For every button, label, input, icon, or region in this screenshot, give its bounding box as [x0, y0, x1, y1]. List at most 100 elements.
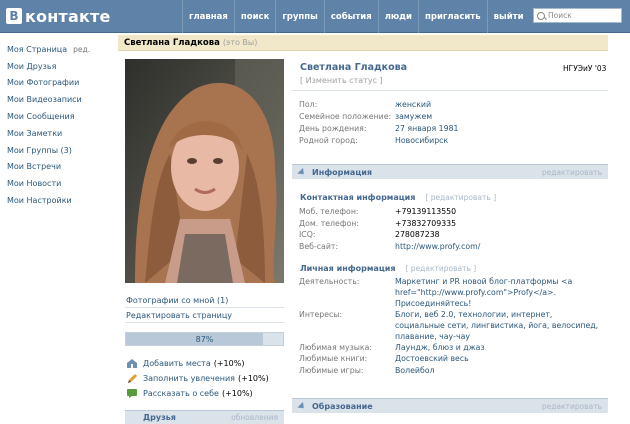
education-section-edit[interactable]: редактировать	[542, 402, 602, 411]
personal-edit-link[interactable]: [ редактировать ]	[406, 264, 477, 273]
sidebar-item-friends[interactable]: Мои Друзья	[7, 58, 115, 75]
page-header: Светлана Гладкова (это Вы)	[118, 35, 608, 51]
personal-heading: Личная информация [ редактировать ]	[300, 264, 476, 273]
sidebar-item-settings[interactable]: Мои Настройки	[7, 192, 115, 209]
info-key: Дом. телефон:	[299, 219, 359, 228]
basic-row-sex: Пол: женский	[299, 99, 431, 110]
nav-logout[interactable]: выйти	[486, 0, 530, 33]
sidebar: Моя Страница ред. Мои Друзья Мои Фотогра…	[7, 41, 115, 209]
info-value[interactable]: Маркетинг и PR новой блог-платформы <a h…	[395, 276, 602, 309]
info-value[interactable]: Блоги, веб 2.0, технологии, интернет, со…	[395, 309, 602, 342]
friends-section-edit[interactable]: обновления	[231, 413, 278, 422]
info-key: Любимые игры:	[299, 366, 364, 375]
basic-row-hometown: Родной город: Новосибирск	[299, 135, 448, 146]
logo-mark: В	[6, 8, 22, 24]
collapse-triangle-icon	[297, 167, 307, 177]
profile-completion-bar: 87%	[125, 332, 284, 346]
info-value[interactable]: Лаундж, блюз и джаз	[395, 342, 485, 353]
nav-people[interactable]: люди	[377, 0, 418, 33]
house-icon	[127, 359, 137, 368]
tip-about-me[interactable]: Рассказать о себе (+10%)	[126, 386, 285, 401]
tip-label[interactable]: Добавить места	[143, 359, 211, 368]
friends-section-header[interactable]: Друзья обновления	[125, 410, 284, 424]
photo-links: Фотографии со мной (1) Редактировать стр…	[125, 293, 284, 323]
contact-edit-link[interactable]: [ редактировать ]	[425, 193, 496, 202]
info-key: День рождения:	[299, 124, 367, 133]
tip-add-places[interactable]: Добавить места (+10%)	[126, 356, 285, 371]
sidebar-item-news[interactable]: Мои Новости	[7, 175, 115, 192]
info-value[interactable]: Достоевский весь	[395, 353, 469, 364]
nav-groups[interactable]: группы	[275, 0, 324, 33]
profile-name: Светлана Гладкова	[300, 62, 408, 73]
sidebar-item-notes[interactable]: Мои Заметки	[7, 125, 115, 142]
sidebar-edit-link[interactable]: ред.	[73, 45, 90, 54]
education-section-header[interactable]: Образование редактировать	[292, 398, 608, 413]
info-section-title: Информация	[312, 167, 372, 177]
info-value[interactable]: http://www.profy.com/	[395, 241, 480, 252]
personal-row-music: Любимая музыка: Лаундж, блюз и джаз	[299, 342, 485, 353]
sidebar-item-videos[interactable]: Мои Видеозаписи	[7, 91, 115, 108]
search-icon	[537, 11, 545, 20]
edit-page-link[interactable]: Редактировать страницу	[125, 308, 284, 323]
info-value: +79139113550	[395, 207, 457, 216]
info-value: 278087238	[395, 230, 440, 239]
sidebar-item-my-page[interactable]: Моя Страница ред.	[7, 41, 115, 58]
nav-events[interactable]: события	[323, 0, 378, 33]
personal-title: Личная информация	[300, 264, 396, 273]
tip-label[interactable]: Заполнить увлечения	[143, 374, 235, 383]
info-key: Интересы:	[299, 310, 343, 319]
info-key: Деятельность:	[299, 277, 360, 286]
completion-tips: Добавить места (+10%) Заполнить увлечени…	[126, 356, 285, 401]
contact-heading: Контактная информация [ редактировать ]	[300, 193, 496, 202]
sidebar-item-photos[interactable]: Мои Фотографии	[7, 75, 115, 92]
info-key: Любимые книги:	[299, 354, 368, 363]
contact-row-website: Веб-сайт: http://www.profy.com/	[299, 241, 480, 252]
nav-home[interactable]: главная	[182, 0, 234, 33]
nav-invite[interactable]: пригласить	[418, 0, 487, 33]
pencil-icon	[128, 374, 137, 383]
nav-search[interactable]: поиск	[233, 0, 275, 33]
info-section-header[interactable]: Информация редактировать	[292, 164, 608, 179]
education-section-title: Образование	[312, 401, 373, 411]
speech-icon	[127, 389, 137, 398]
tip-pct: (+10%)	[213, 359, 245, 368]
sidebar-item-events[interactable]: Мои Встречи	[7, 159, 115, 176]
info-value[interactable]: женский	[395, 99, 431, 110]
photos-with-me-link[interactable]: Фотографии со мной (1)	[125, 293, 284, 308]
personal-row-activity: Деятельность: Маркетинг и PR новой блог-…	[299, 276, 604, 309]
tip-label[interactable]: Рассказать о себе	[143, 389, 219, 398]
search-placeholder: Поиск	[548, 11, 572, 20]
contact-row-icq: ICQ: 278087238	[299, 229, 440, 240]
collapse-triangle-icon	[297, 401, 307, 411]
sidebar-item-label[interactable]: Моя Страница	[7, 45, 67, 54]
info-value[interactable]: 27 января 1981	[395, 123, 459, 134]
info-key: Моб. телефон:	[299, 207, 359, 216]
logo-text: контакте	[25, 6, 111, 26]
personal-row-games: Любимые игры: Волейбол	[299, 365, 435, 376]
page-header-name: Светлана Гладкова	[124, 37, 220, 48]
tip-fill-interests[interactable]: Заполнить увлечения (+10%)	[126, 371, 285, 386]
friends-section-title: Друзья	[143, 413, 176, 422]
tip-pct: (+10%)	[221, 389, 253, 398]
profile-university[interactable]: НГУЭиУ '03	[563, 64, 606, 73]
tip-pct: (+10%)	[238, 374, 269, 383]
sidebar-item-groups[interactable]: Мои Группы (3)	[7, 142, 115, 159]
info-value[interactable]: Новосибирск	[395, 135, 448, 146]
info-key: Семейное положение:	[299, 112, 392, 121]
info-key: Родной город:	[299, 136, 358, 145]
profile-photo[interactable]	[125, 59, 284, 283]
personal-row-books: Любимые книги: Достоевский весь	[299, 353, 469, 364]
top-bar: В контакте главная поиск группы события …	[0, 0, 630, 33]
status-edit-link[interactable]: [ Изменить статус ]	[300, 76, 383, 85]
search-input[interactable]: Поиск	[533, 8, 622, 23]
contact-title: Контактная информация	[300, 193, 416, 202]
vk-logo[interactable]: В контакте	[6, 6, 111, 26]
sidebar-item-messages[interactable]: Мои Сообщения	[7, 108, 115, 125]
info-key: Веб-сайт:	[299, 242, 339, 251]
profile-completion-label: 87%	[195, 334, 214, 344]
main-nav: главная поиск группы события люди пригла…	[182, 0, 530, 33]
basic-row-birthday: День рождения: 27 января 1981	[299, 123, 459, 134]
info-value[interactable]: замужем	[395, 111, 432, 122]
info-value[interactable]: Волейбол	[395, 365, 435, 376]
info-section-edit[interactable]: редактировать	[542, 168, 602, 177]
